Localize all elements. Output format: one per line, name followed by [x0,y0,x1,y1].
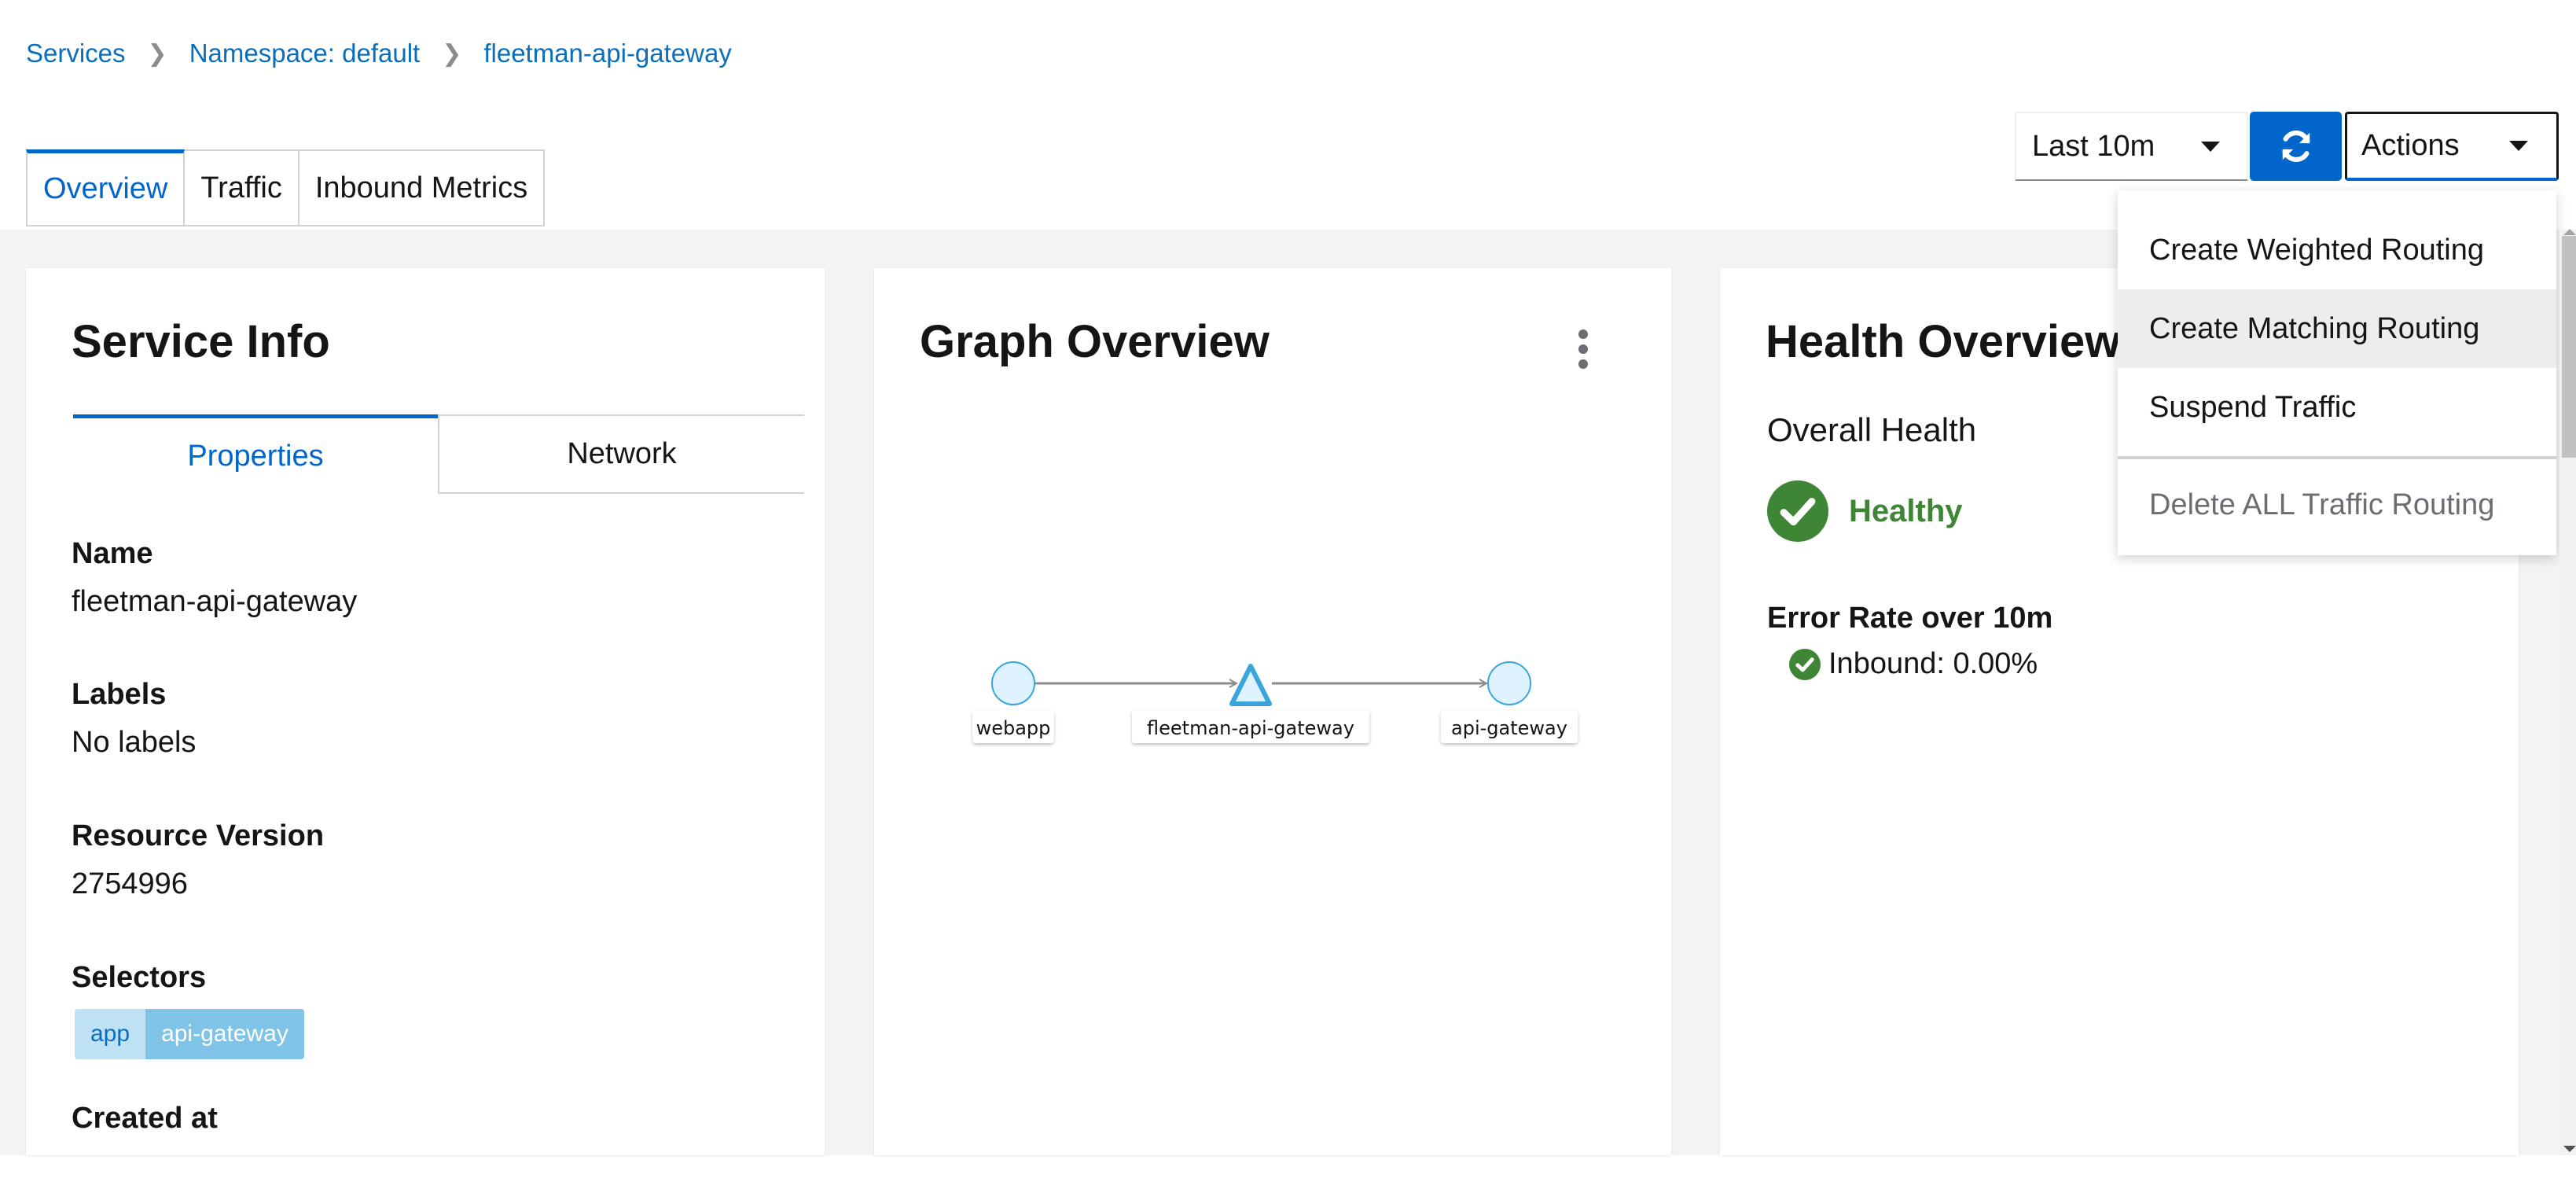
overall-health-status: Healthy [1767,480,1963,542]
graph-node-label: fleetman-api-gateway [1132,710,1369,743]
selector-label-chip: app api-gateway [75,1009,304,1059]
property-created-at: Created at [72,1102,218,1136]
graph-node-workload-circle[interactable] [1487,661,1531,705]
inbound-error-rate: Inbound: 0.00% [1789,647,2038,681]
caret-down-icon [2201,141,2220,152]
graph-node-label-text: api-gateway [1451,717,1567,739]
graph-overview-card: Graph Overview webapp fleetman-api-gatewa… [874,268,1671,1155]
service-info-title: Service Info [72,316,330,367]
graph-node-service-triangle[interactable] [1229,664,1272,706]
health-overview-title: Health Overview [1766,316,2121,367]
property-label: Selectors [72,961,207,994]
property-value: 2754996 [72,867,188,900]
chevron-right-icon: ❯ [147,40,167,67]
tab-overview[interactable]: Overview [26,149,186,226]
service-info-subtabs: Properties Network [73,414,804,494]
service-details-page: Services ❯ Namespace: default ❯ fleetman… [0,0,2576,1200]
refresh-button[interactable] [2250,112,2342,181]
actions-dropdown-button[interactable]: Actions [2345,112,2559,181]
graph-node-label-text: fleetman-api-gateway [1147,717,1354,739]
property-labels: Labels No labels [72,678,196,760]
check-circle-icon [1789,648,1821,680]
time-range-select[interactable]: Last 10m [2015,112,2248,181]
property-name: Name fleetman-api-gateway [72,537,357,619]
main-tabs: Overview Traffic Inbound Metrics [26,149,546,226]
scroll-up-arrow-icon[interactable] [2563,229,2576,235]
breadcrumb: Services ❯ Namespace: default ❯ fleetman… [26,35,732,72]
health-status-text: Healthy [1849,493,1963,528]
property-label: Resource Version [72,819,325,852]
graph-node-label-text: webapp [976,717,1051,739]
breadcrumb-namespace[interactable]: Namespace: default [189,39,421,68]
graph-node-label: webapp [972,710,1054,743]
check-circle-icon [1767,480,1828,542]
property-label: Name [72,537,153,570]
subtab-properties[interactable]: Properties [73,414,438,494]
actions-menu: Create Weighted Routing Create Matching … [2118,190,2556,555]
chevron-right-icon: ❯ [442,40,462,67]
tab-inbound-metrics[interactable]: Inbound Metrics [299,149,546,226]
overall-health-label: Overall Health [1767,411,1977,448]
selector-key: app [75,1009,146,1059]
menu-item-suspend-traffic[interactable]: Suspend Traffic [2118,368,2556,447]
property-selectors: Selectors app api-gateway [72,961,304,1059]
toolbar-controls: Last 10m Actions [2015,112,2559,181]
breadcrumb-service[interactable]: fleetman-api-gateway [483,39,732,68]
property-resource-version: Resource Version 2754996 [72,819,324,901]
graph-node-label: api-gateway [1440,710,1578,743]
vertical-scrollbar[interactable] [2559,229,2576,1155]
service-info-card: Service Info Properties Network Name fle… [26,268,825,1155]
menu-divider [2118,456,2556,459]
property-value: No labels [72,726,197,759]
menu-item-create-weighted-routing[interactable]: Create Weighted Routing [2118,211,2556,289]
menu-item-delete-all-traffic-routing: Delete ALL Traffic Routing [2149,488,2495,521]
error-rate-label: Error Rate over 10m [1767,602,2053,635]
time-range-value: Last 10m [2032,129,2155,163]
service-graph[interactable]: webapp fleetman-api-gateway api-gateway [874,268,1671,1155]
property-label: Labels [72,678,167,711]
tab-traffic[interactable]: Traffic [185,149,299,226]
graph-node-workload-circle[interactable] [991,661,1035,705]
actions-label: Actions [2361,129,2460,162]
subtab-network[interactable]: Network [438,414,804,494]
caret-down-icon [2509,141,2528,151]
property-value: fleetman-api-gateway [72,585,358,618]
menu-item-create-matching-routing[interactable]: Create Matching Routing [2118,289,2556,368]
inbound-rate-text: Inbound: 0.00% [1828,647,2038,680]
selector-value: api-gateway [145,1009,304,1059]
scrollbar-thumb[interactable] [2562,236,2576,458]
scroll-down-arrow-icon[interactable] [2563,1146,2576,1152]
sync-icon [2282,130,2310,163]
breadcrumb-services[interactable]: Services [26,39,126,68]
property-label: Created at [72,1102,218,1135]
